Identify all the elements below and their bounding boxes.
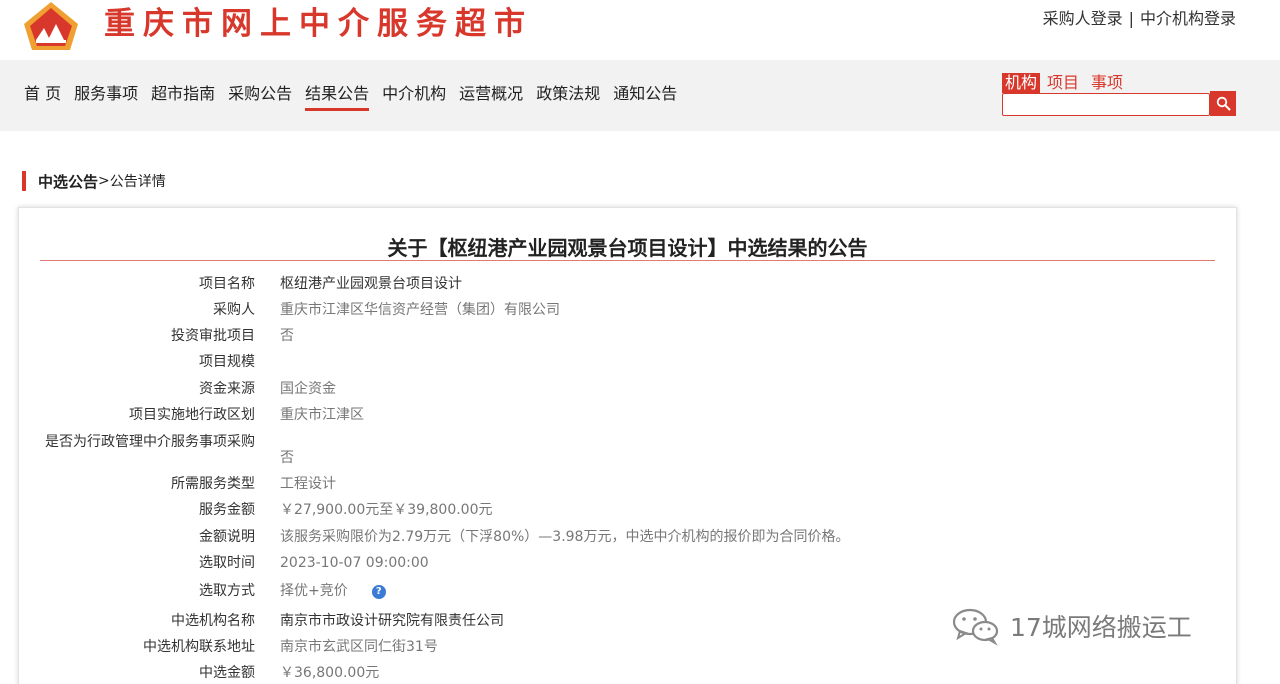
wechat-icon: [952, 608, 999, 646]
field-label: 项目实施地行政区划: [129, 406, 255, 423]
nav-bar: 首 页 服务事项 超市指南 采购公告 结果公告 中介机构 运营概况 政策法规 通…: [0, 60, 1280, 131]
announcement-title: 关于【枢纽港产业园观景台项目设计】中选结果的公告: [387, 236, 868, 260]
field-value: ￥36,800.00元: [280, 664, 380, 681]
buyer-login-link[interactable]: 采购人登录: [1043, 9, 1123, 28]
field-value: 枢纽港产业园观景台项目设计: [280, 275, 462, 292]
field-value: 否: [280, 327, 294, 344]
field-label: 中选金额: [199, 664, 255, 681]
field-value: 择优+竞价?: [280, 583, 386, 600]
field-label: 选取时间: [199, 554, 255, 571]
field-label: 中选机构联系地址: [143, 638, 255, 655]
field-value: 国企资金: [280, 380, 336, 397]
field-value: 该服务采购限价为2.79万元（下浮80%）—3.98万元，中选中介机构的报价即为…: [280, 528, 850, 545]
top-header: 重庆市网上中介服务超市 采购人登录 | 中介机构登录: [0, 0, 1280, 60]
field-label: 项目名称: [199, 275, 255, 292]
login-links: 采购人登录 | 中介机构登录: [1043, 5, 1236, 29]
field-value: 南京市玄武区同仁街31号: [280, 638, 438, 655]
nav-item-guide[interactable]: 超市指南: [151, 84, 215, 111]
nav-item-agencies[interactable]: 中介机构: [382, 84, 446, 111]
breadcrumb-parent[interactable]: 中选公告: [38, 171, 98, 192]
watermark: 17城网络搬运工: [950, 606, 1192, 646]
field-value: 重庆市江津区华信资产经营（集团）有限公司: [280, 301, 560, 318]
nav-item-notifications[interactable]: 通知公告: [613, 84, 677, 111]
field-label: 金额说明: [199, 528, 255, 545]
field-label: 选取方式: [199, 582, 255, 599]
field-value: 2023-10-07 09:00:00: [280, 554, 429, 571]
search-icon: [1216, 96, 1230, 111]
breadcrumb: 中选公告 > 公告详情: [22, 170, 166, 192]
field-label: 服务金额: [199, 501, 255, 518]
breadcrumb-marker: [22, 171, 26, 191]
field-label: 投资审批项目: [171, 327, 255, 344]
help-icon[interactable]: ?: [371, 584, 386, 599]
nav-item-services[interactable]: 服务事项: [74, 84, 138, 111]
field-label: 采购人: [213, 301, 255, 318]
field-value: ￥27,900.00元至￥39,800.00元: [280, 501, 493, 518]
breadcrumb-current: 公告详情: [109, 174, 166, 190]
nav-item-operations[interactable]: 运营概况: [459, 84, 523, 111]
field-label: 项目规模: [199, 353, 255, 370]
title-divider: [40, 260, 1215, 261]
agency-login-link[interactable]: 中介机构登录: [1140, 9, 1236, 28]
field-value: 工程设计: [280, 475, 336, 492]
field-label: 中选机构名称: [171, 612, 255, 629]
nav-item-procurement-notices[interactable]: 采购公告: [228, 84, 292, 111]
nav-item-home[interactable]: 首 页: [24, 84, 61, 111]
search-input[interactable]: [1002, 93, 1210, 116]
search-tab-agency[interactable]: 机构: [1002, 73, 1041, 93]
breadcrumb-separator: >: [98, 173, 110, 189]
main-nav: 首 页 服务事项 超市指南 采购公告 结果公告 中介机构 运营概况 政策法规 通…: [24, 84, 677, 111]
nav-item-result-notices[interactable]: 结果公告: [305, 84, 370, 111]
field-value: 否: [280, 450, 294, 466]
site-title: 重庆市网上中介服务超市: [104, 6, 533, 42]
field-label: 资金来源: [199, 380, 255, 397]
selection-method-text: 择优+竞价: [280, 582, 348, 599]
search-tab-project[interactable]: 项目: [1044, 73, 1082, 93]
field-value: 重庆市江津区: [280, 406, 364, 423]
site-logo[interactable]: [22, 0, 80, 52]
search-tab-item[interactable]: 事项: [1088, 73, 1126, 93]
watermark-text: 17城网络搬运工: [1010, 613, 1192, 642]
field-label: 是否为行政管理中介服务事项采购: [45, 433, 255, 450]
field-value: 南京市市政设计研究院有限责任公司: [280, 612, 504, 629]
search-button[interactable]: [1210, 91, 1236, 116]
search-tabs: 机构 项目 事项: [1002, 73, 1132, 93]
field-label: 所需服务类型: [171, 475, 255, 492]
login-separator: |: [1128, 9, 1134, 28]
nav-item-policies[interactable]: 政策法规: [536, 84, 600, 111]
